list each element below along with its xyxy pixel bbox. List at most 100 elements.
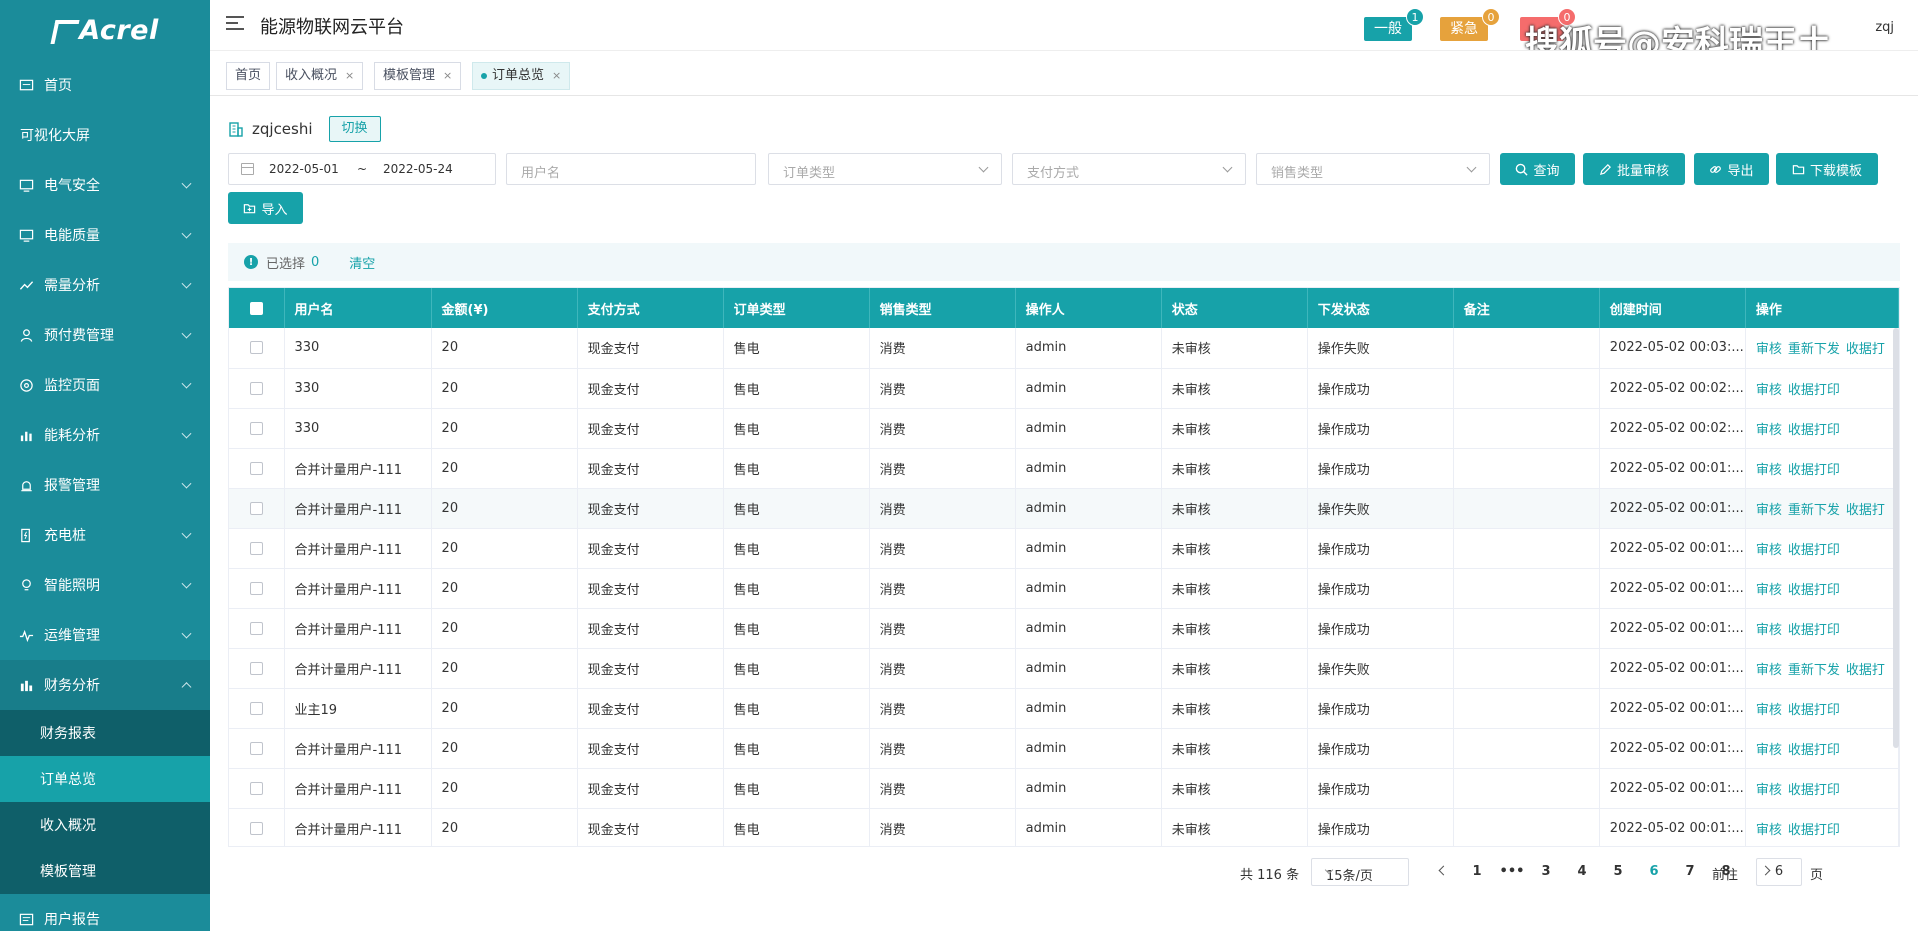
page-number[interactable]: 3: [1532, 864, 1560, 879]
page-number[interactable]: 7: [1676, 864, 1704, 879]
sidebar-item[interactable]: 报警管理: [0, 460, 210, 510]
date-end[interactable]: 2022-05-24: [383, 162, 453, 176]
table-row[interactable]: 合并计量用户-111 20 现金支付 售电 消费 admin 未审核 操作成功 2022-05-…: [229, 808, 1899, 846]
row-checkbox[interactable]: [249, 541, 263, 555]
row-action-link[interactable]: 审核: [1756, 503, 1782, 518]
close-icon[interactable]: ×: [443, 69, 452, 82]
sidebar-item[interactable]: 可视化大屏: [0, 110, 210, 160]
select-all-cell[interactable]: [229, 288, 285, 328]
tab-home[interactable]: 首页: [226, 62, 271, 90]
row-select-cell[interactable]: [229, 808, 285, 846]
row-action-link[interactable]: 收据打印: [1788, 543, 1840, 558]
import-button[interactable]: 导入: [228, 192, 303, 224]
table-row[interactable]: 合并计量用户-111 20 现金支付 售电 消费 admin 未审核 操作成功 2022-05-…: [229, 728, 1899, 769]
row-action-link[interactable]: 审核: [1756, 423, 1782, 438]
row-checkbox[interactable]: [249, 341, 263, 355]
table-row[interactable]: 330 20 现金支付 售电 消费 admin 未审核 操作成功 2022-05-02 00:0…: [229, 368, 1899, 409]
table-row[interactable]: 业主19 20 现金支付 售电 消费 admin 未审核 操作成功 2022-05-02 00:…: [229, 688, 1899, 729]
batch-review-button[interactable]: 批量审核: [1583, 153, 1685, 185]
alarm-critical-button[interactable]: 0: [1520, 8, 1576, 41]
row-checkbox[interactable]: [249, 621, 263, 635]
order-type-select[interactable]: 订单类型: [768, 153, 1002, 185]
row-select-cell[interactable]: [229, 448, 285, 489]
page-number[interactable]: 6: [1640, 864, 1668, 879]
table-row[interactable]: 合并计量用户-111 20 现金支付 售电 消费 admin 未审核 操作成功 2022-05-…: [229, 448, 1899, 489]
page-number[interactable]: 5: [1604, 864, 1632, 879]
page-size-select[interactable]: 15条/页: [1311, 858, 1409, 886]
row-action-link[interactable]: 审核: [1756, 623, 1782, 638]
prev-page-icon[interactable]: [1438, 865, 1449, 876]
row-action-link[interactable]: 审核: [1756, 583, 1782, 598]
table-row[interactable]: 合并计量用户-111 20 现金支付 售电 消费 admin 未审核 操作成功 2022-05-…: [229, 568, 1899, 609]
row-action-link[interactable]: 收据打: [1846, 342, 1885, 357]
query-button[interactable]: 查询: [1500, 153, 1575, 185]
row-action-link[interactable]: 收据打印: [1788, 823, 1840, 838]
sidebar-item[interactable]: 运维管理: [0, 610, 210, 660]
row-checkbox[interactable]: [249, 461, 263, 475]
payment-method-select[interactable]: 支付方式: [1012, 153, 1246, 185]
row-checkbox[interactable]: [249, 741, 263, 755]
table-row[interactable]: 合并计量用户-111 20 现金支付 售电 消费 admin 未审核 操作成功 2022-05-…: [229, 768, 1899, 809]
row-checkbox[interactable]: [249, 501, 263, 515]
row-select-cell[interactable]: [229, 528, 285, 569]
row-action-link[interactable]: 审核: [1756, 743, 1782, 758]
username-input[interactable]: 用户名: [506, 153, 756, 185]
sidebar-item[interactable]: 充电桩: [0, 510, 210, 560]
alarm-general-button[interactable]: 一般 1: [1364, 8, 1424, 41]
more-pages-icon[interactable]: •••: [1498, 864, 1526, 879]
table-row[interactable]: 合并计量用户-111 20 现金支付 售电 消费 admin 未审核 操作成功 2022-05-…: [229, 528, 1899, 569]
row-action-link[interactable]: 重新下发: [1788, 663, 1840, 678]
switch-org-button[interactable]: 切换: [328, 116, 381, 142]
row-action-link[interactable]: 收据打印: [1788, 783, 1840, 798]
row-select-cell[interactable]: [229, 648, 285, 689]
row-action-link[interactable]: 审核: [1756, 463, 1782, 478]
row-checkbox[interactable]: [249, 701, 263, 715]
row-action-link[interactable]: 审核: [1756, 663, 1782, 678]
row-action-link[interactable]: 审核: [1756, 342, 1782, 357]
row-action-link[interactable]: 收据打印: [1788, 423, 1840, 438]
row-action-link[interactable]: 收据打: [1846, 503, 1885, 518]
table-row[interactable]: 合并计量用户-111 20 现金支付 售电 消费 admin 未审核 操作成功 2022-05-…: [229, 608, 1899, 649]
export-button[interactable]: 导出: [1694, 153, 1769, 185]
row-select-cell[interactable]: [229, 728, 285, 769]
tab-order-overview[interactable]: 订单总览 ×: [472, 62, 571, 90]
row-select-cell[interactable]: [229, 688, 285, 729]
row-action-link[interactable]: 收据打印: [1788, 463, 1840, 478]
sidebar-item[interactable]: 电气安全: [0, 160, 210, 210]
sidebar-item[interactable]: 财务分析: [0, 660, 210, 710]
submenu-item[interactable]: 模板管理: [0, 848, 210, 894]
row-checkbox[interactable]: [249, 581, 263, 595]
sidebar-item[interactable]: 需量分析: [0, 260, 210, 310]
page-number[interactable]: 1: [1463, 864, 1491, 879]
submenu-item[interactable]: 订单总览: [0, 756, 210, 802]
row-action-link[interactable]: 收据打印: [1788, 623, 1840, 638]
sidebar-item[interactable]: 智能照明: [0, 560, 210, 610]
row-checkbox[interactable]: [249, 421, 263, 435]
row-action-link[interactable]: 重新下发: [1788, 503, 1840, 518]
row-action-link[interactable]: 审核: [1756, 383, 1782, 398]
table-scrollbar[interactable]: [1893, 328, 1899, 748]
sidebar-item-user-report[interactable]: 用户报告: [0, 894, 210, 931]
select-all-checkbox[interactable]: [249, 301, 263, 315]
row-select-cell[interactable]: [229, 408, 285, 449]
row-action-link[interactable]: 收据打印: [1788, 703, 1840, 718]
close-icon[interactable]: ×: [552, 69, 561, 82]
row-select-cell[interactable]: [229, 568, 285, 609]
row-checkbox[interactable]: [249, 661, 263, 675]
tab-template-management[interactable]: 模板管理 ×: [374, 62, 462, 90]
row-action-link[interactable]: 审核: [1756, 783, 1782, 798]
row-select-cell[interactable]: [229, 488, 285, 529]
logo[interactable]: Acrel: [0, 0, 210, 60]
user-name[interactable]: zqj: [1875, 20, 1894, 35]
submenu-item[interactable]: 收入概况: [0, 802, 210, 848]
row-select-cell[interactable]: [229, 768, 285, 809]
row-action-link[interactable]: 收据打印: [1788, 743, 1840, 758]
row-action-link[interactable]: 审核: [1756, 823, 1782, 838]
goto-page-input[interactable]: 6: [1756, 858, 1802, 886]
row-checkbox[interactable]: [249, 821, 263, 835]
row-action-link[interactable]: 审核: [1756, 543, 1782, 558]
row-select-cell[interactable]: [229, 328, 285, 369]
row-select-cell[interactable]: [229, 608, 285, 649]
row-checkbox[interactable]: [249, 381, 263, 395]
page-number[interactable]: 4: [1568, 864, 1596, 879]
